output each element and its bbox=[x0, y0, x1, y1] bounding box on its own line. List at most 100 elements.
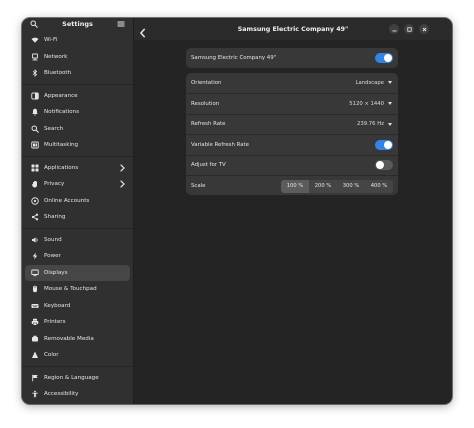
scale-selector: 100 % 200 % 300 % 400 % bbox=[281, 179, 393, 193]
sidebar-item-mouse-touchpad[interactable]: Mouse & Touchpad bbox=[25, 281, 130, 298]
bluetooth-icon bbox=[30, 69, 39, 78]
sidebar-item-label: Printers bbox=[44, 319, 66, 326]
sidebar-separator bbox=[22, 84, 133, 85]
sidebar-item-appearance[interactable]: Appearance bbox=[25, 88, 130, 105]
sidebar-item-label: Displays bbox=[44, 269, 68, 276]
refresh-rate-row[interactable]: Refresh Rate 239.76 Hz bbox=[186, 113, 398, 134]
accounts-icon bbox=[30, 196, 39, 205]
monitor-enabled-switch[interactable] bbox=[375, 53, 393, 64]
sidebar-item-label: Online Accounts bbox=[44, 197, 90, 204]
sidebar-item-label: Region & Language bbox=[44, 374, 99, 381]
sidebar-item-label: Sharing bbox=[44, 214, 66, 221]
sidebar-item-label: Wi-Fi bbox=[44, 37, 58, 44]
mouse-icon bbox=[30, 285, 39, 294]
sidebar-item-label: Privacy bbox=[44, 181, 65, 188]
sidebar-item-label: Accessibility bbox=[44, 391, 79, 398]
sidebar-item-label: Search bbox=[44, 125, 64, 132]
sidebar-item-search[interactable]: Search bbox=[25, 121, 130, 138]
sidebar-item-color[interactable]: Color bbox=[25, 347, 130, 364]
chevron-down-icon bbox=[388, 102, 392, 106]
orientation-value: Landscape bbox=[355, 80, 384, 87]
hamburger-menu-icon[interactable] bbox=[115, 18, 127, 30]
adjust-tv-switch[interactable] bbox=[375, 160, 393, 171]
sidebar-item-printers[interactable]: Printers bbox=[25, 314, 130, 331]
sidebar-separator bbox=[22, 156, 133, 157]
chevron-down-icon bbox=[388, 122, 392, 126]
switch-knob bbox=[384, 54, 392, 63]
refresh-rate-value: 239.76 Hz bbox=[357, 121, 384, 128]
sidebar-item-label: Power bbox=[44, 253, 61, 260]
orientation-row[interactable]: Orientation Landscape bbox=[186, 73, 398, 93]
vrr-switch[interactable] bbox=[375, 139, 393, 150]
sidebar-item-displays[interactable]: Displays bbox=[25, 264, 130, 281]
adjust-tv-row[interactable]: Adjust for TV bbox=[186, 154, 398, 175]
sidebar-item-bluetooth[interactable]: Bluetooth bbox=[25, 65, 130, 82]
sidebar-item-label: Sound bbox=[44, 236, 62, 243]
scale-option-100[interactable]: 100 % bbox=[281, 179, 309, 193]
monitor-row[interactable]: Samsung Electric Company 49" bbox=[186, 48, 398, 68]
sidebar-item-sound[interactable]: Sound bbox=[25, 232, 130, 249]
main-header: Samsung Electric Company 49" bbox=[134, 18, 452, 40]
sidebar-item-label: Multitasking bbox=[44, 142, 79, 149]
sidebar-item-region-language[interactable]: Region & Language bbox=[25, 370, 130, 387]
power-icon bbox=[30, 252, 39, 261]
sidebar-item-label: Color bbox=[44, 352, 59, 359]
flag-icon bbox=[30, 373, 39, 382]
sidebar-separator bbox=[22, 228, 133, 229]
search-icon bbox=[30, 124, 39, 133]
resolution-value: 5120 × 1440 bbox=[349, 101, 384, 108]
scale-option-400[interactable]: 400 % bbox=[365, 180, 393, 193]
hand-icon bbox=[30, 180, 39, 189]
sidebar-item-accessibility[interactable]: Accessibility bbox=[25, 386, 130, 403]
speaker-icon bbox=[30, 235, 39, 244]
sidebar-item-label: Applications bbox=[44, 164, 79, 171]
sidebar-list: Wi-Fi Network Bluetooth Appearance Notif… bbox=[22, 30, 133, 404]
search-icon[interactable] bbox=[28, 18, 40, 30]
sidebar: Settings Wi-Fi Network Bluetooth Appeara… bbox=[22, 18, 134, 404]
sidebar-item-online-accounts[interactable]: Online Accounts bbox=[25, 193, 130, 210]
sidebar-header: Settings bbox=[22, 18, 133, 30]
display-settings-content: Samsung Electric Company 49" Orientation… bbox=[134, 40, 452, 404]
sidebar-item-keyboard[interactable]: Keyboard bbox=[25, 298, 130, 315]
printer-icon bbox=[30, 318, 39, 327]
sidebar-item-power[interactable]: Power bbox=[25, 248, 130, 265]
network-icon bbox=[30, 52, 39, 61]
scale-option-200[interactable]: 200 % bbox=[309, 180, 337, 193]
display-options-card: Orientation Landscape Resolution 5120 × … bbox=[186, 73, 398, 196]
sidebar-item-label: Removable Media bbox=[44, 335, 94, 342]
bell-icon bbox=[30, 108, 39, 117]
monitor-card: Samsung Electric Company 49" bbox=[186, 48, 398, 69]
close-button[interactable] bbox=[419, 24, 429, 34]
color-icon bbox=[30, 351, 39, 360]
share-icon bbox=[30, 213, 39, 222]
scale-row: Scale 100 % 200 % 300 % 400 % bbox=[186, 174, 398, 195]
vrr-row[interactable]: Variable Refresh Rate bbox=[186, 134, 398, 154]
sidebar-item-sharing[interactable]: Sharing bbox=[25, 209, 130, 226]
minimize-button[interactable] bbox=[389, 24, 399, 34]
orientation-label: Orientation bbox=[191, 80, 222, 87]
sidebar-item-label: Mouse & Touchpad bbox=[44, 286, 97, 293]
resolution-row[interactable]: Resolution 5120 × 1440 bbox=[186, 93, 398, 113]
sidebar-item-label: Notifications bbox=[44, 109, 80, 116]
sidebar-item-wifi[interactable]: Wi-Fi bbox=[25, 32, 130, 49]
sidebar-item-privacy[interactable]: Privacy bbox=[25, 176, 130, 193]
resolution-label: Resolution bbox=[191, 101, 220, 108]
sidebar-item-label: Bluetooth bbox=[44, 70, 72, 77]
sidebar-item-applications[interactable]: Applications bbox=[25, 160, 130, 177]
main-pane: Samsung Electric Company 49" Samsung Ele… bbox=[134, 18, 452, 404]
sidebar-item-network[interactable]: Network bbox=[25, 49, 130, 66]
sidebar-item-multitasking[interactable]: Multitasking bbox=[25, 137, 130, 154]
accessibility-icon bbox=[30, 390, 39, 399]
multitasking-icon bbox=[30, 141, 39, 150]
scale-option-300[interactable]: 300 % bbox=[337, 180, 365, 193]
scale-label: Scale bbox=[191, 182, 206, 189]
monitor-label: Samsung Electric Company 49" bbox=[191, 55, 277, 62]
applications-icon bbox=[30, 163, 39, 172]
adjust-tv-label: Adjust for TV bbox=[191, 162, 226, 169]
appearance-icon bbox=[30, 91, 39, 100]
sidebar-item-removable-media[interactable]: Removable Media bbox=[25, 331, 130, 348]
settings-window: Settings Wi-Fi Network Bluetooth Appeara… bbox=[22, 18, 452, 404]
refresh-rate-label: Refresh Rate bbox=[191, 121, 226, 128]
maximize-button[interactable] bbox=[404, 24, 414, 34]
sidebar-item-notifications[interactable]: Notifications bbox=[25, 104, 130, 121]
